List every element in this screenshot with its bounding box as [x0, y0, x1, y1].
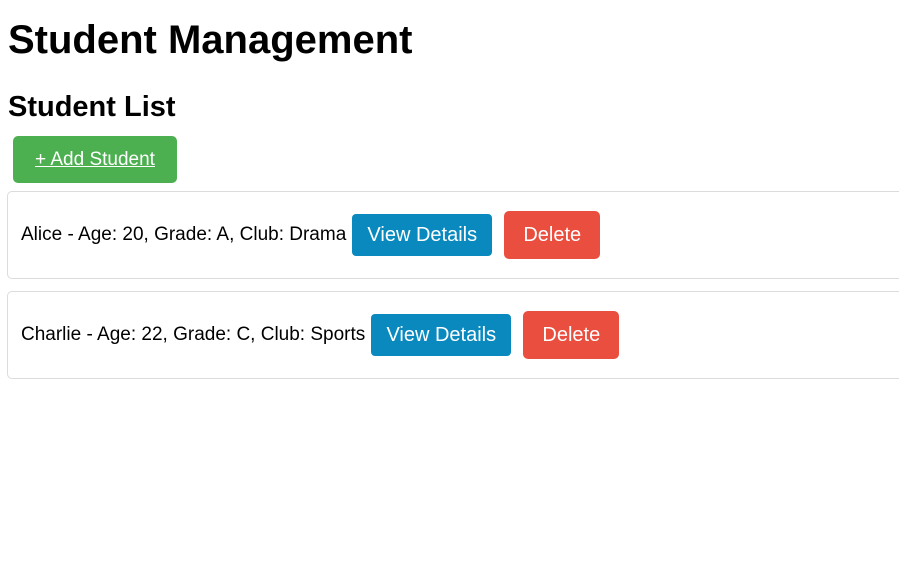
page-title: Student Management	[8, 18, 413, 62]
view-details-button[interactable]: View Details	[352, 214, 493, 256]
add-student-button[interactable]: + Add Student	[13, 136, 177, 183]
delete-button[interactable]: Delete	[523, 311, 620, 359]
student-management-page: Student Management Student List + Add St…	[0, 0, 899, 570]
student-summary: Charlie - Age: 22, Grade: C, Club: Sport…	[21, 324, 366, 345]
student-card-content: Alice - Age: 20, Grade: A, Club: Drama V…	[21, 192, 601, 278]
view-details-button[interactable]: View Details	[371, 314, 512, 356]
student-list-heading: Student List	[8, 91, 176, 123]
delete-button[interactable]: Delete	[504, 211, 601, 259]
student-summary: Alice - Age: 20, Grade: A, Club: Drama	[21, 224, 347, 245]
student-card: Alice - Age: 20, Grade: A, Club: Drama V…	[7, 191, 899, 279]
student-card: Charlie - Age: 22, Grade: C, Club: Sport…	[7, 291, 899, 379]
student-card-content: Charlie - Age: 22, Grade: C, Club: Sport…	[21, 292, 620, 378]
